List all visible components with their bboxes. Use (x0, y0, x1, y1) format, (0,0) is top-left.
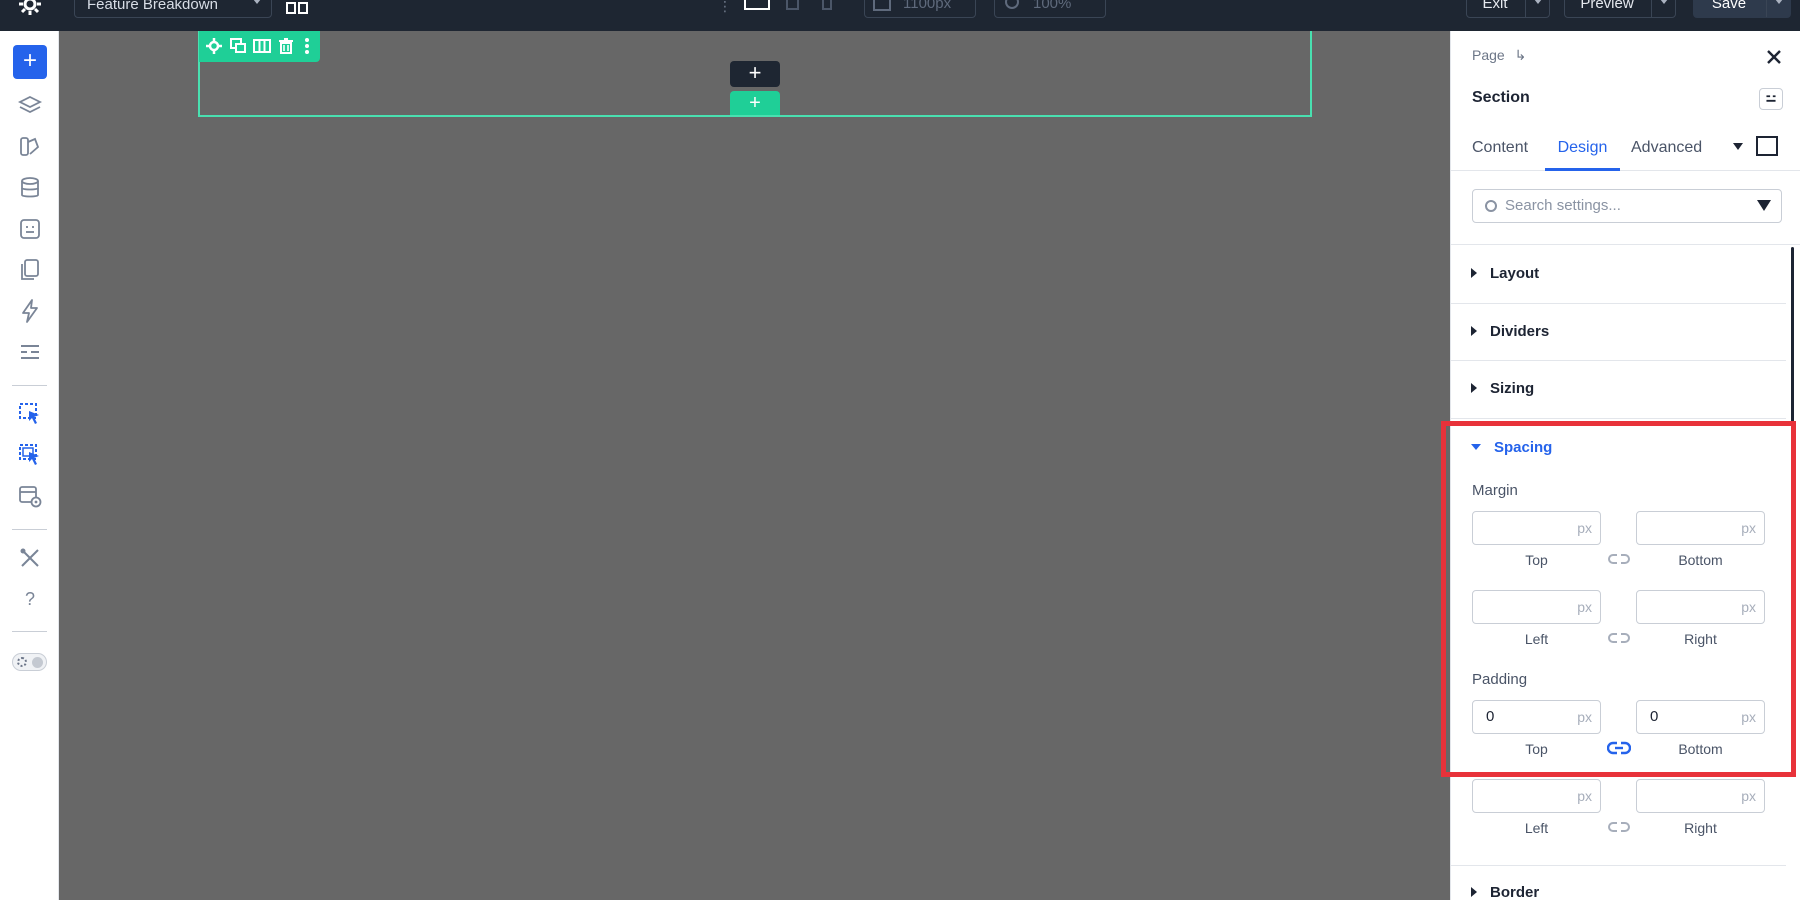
width-icon (873, 0, 891, 11)
caret-right-icon (1471, 383, 1477, 393)
panel-divider (1451, 360, 1786, 361)
spacing-highlight-box (1441, 421, 1796, 777)
zoom-value: 100% (1033, 0, 1072, 12)
unit-label: px (1741, 788, 1756, 804)
section-toolbar (199, 31, 320, 62)
breadcrumb-arrow-icon: ↳ (1514, 47, 1527, 63)
sidebar-divider (12, 529, 47, 530)
settings-search[interactable]: Search settings... (1472, 189, 1782, 223)
tab-content[interactable]: Content (1472, 127, 1528, 171)
tab-design[interactable]: Design (1545, 127, 1620, 171)
builder-canvas[interactable]: + + (59, 31, 1450, 900)
padding-left-input[interactable]: px (1472, 779, 1601, 813)
layers-icon[interactable] (17, 93, 43, 119)
desktop-view-icon[interactable] (744, 0, 770, 10)
select-element-icon[interactable] (17, 401, 43, 427)
preview-dropdown-icon[interactable] (1651, 0, 1675, 17)
view-mode-icon[interactable] (1756, 136, 1778, 156)
settings-gear-icon[interactable] (18, 0, 42, 16)
more-vertical-icon[interactable] (298, 37, 316, 55)
pages-icon[interactable] (17, 257, 43, 283)
unit-label: px (1577, 788, 1592, 804)
exit-dropdown-icon[interactable] (1525, 0, 1549, 17)
template-icon[interactable] (17, 216, 43, 242)
section-settings-icon[interactable] (205, 37, 223, 55)
group-sizing-label: Sizing (1490, 380, 1535, 397)
page-selector-label: Feature Breakdown (87, 0, 218, 13)
canvas-width-field[interactable]: 1100px (864, 0, 976, 18)
caret-right-icon (1471, 887, 1477, 897)
panel-divider (1451, 244, 1800, 245)
toggle-knob (32, 657, 43, 668)
search-icon (1485, 200, 1497, 212)
panel-divider (1451, 865, 1786, 866)
close-icon[interactable] (1764, 47, 1784, 67)
exit-button-label: Exit (1482, 0, 1508, 12)
duplicate-icon[interactable] (229, 37, 247, 55)
theme-toggle[interactable] (12, 653, 47, 671)
padding-right-input[interactable]: px (1636, 779, 1765, 813)
more-vertical-icon[interactable]: ⋮ (718, 0, 732, 14)
caret-right-icon (1471, 268, 1477, 278)
list-layout-icon[interactable] (17, 339, 43, 365)
group-dividers[interactable]: Dividers (1471, 323, 1549, 340)
tablet-view-icon[interactable] (786, 0, 799, 10)
add-element-button[interactable]: + (13, 45, 47, 79)
group-dividers-label: Dividers (1490, 323, 1550, 340)
select-module-icon[interactable] (17, 442, 43, 468)
breadcrumb[interactable]: Page ↳ (1472, 47, 1526, 64)
add-row-button[interactable]: + (730, 61, 780, 87)
gear-icon (17, 657, 27, 667)
panel-divider (1451, 303, 1786, 304)
zoom-icon (1005, 0, 1019, 9)
panel-title: Section (1472, 89, 1530, 106)
settings-search-placeholder: Search settings... (1505, 197, 1621, 214)
save-dropdown-icon[interactable] (1766, 0, 1790, 17)
panel-tabs: Content Design Advanced (1451, 127, 1800, 171)
add-section-button[interactable]: + (730, 91, 780, 115)
exit-button[interactable]: Exit (1466, 0, 1550, 18)
group-border-label: Border (1490, 884, 1540, 900)
left-sidebar: + ? (0, 31, 59, 900)
group-layout-label: Layout (1490, 265, 1540, 282)
breadcrumb-page[interactable]: Page (1472, 47, 1505, 63)
panel-divider (1451, 418, 1786, 419)
top-bar: Feature Breakdown ⋮ 1100px 100% Exit Pre… (0, 0, 1800, 31)
columns-icon[interactable] (253, 37, 271, 55)
page-selector[interactable]: Feature Breakdown (74, 0, 272, 18)
padding-left-label: Left (1524, 820, 1549, 836)
zoom-field[interactable]: 100% (994, 0, 1106, 18)
preview-button[interactable]: Preview (1564, 0, 1676, 18)
group-layout[interactable]: Layout (1471, 265, 1539, 282)
save-button[interactable]: Save (1693, 0, 1791, 18)
canvas-width-value: 1100px (903, 0, 952, 12)
presets-icon[interactable] (1759, 88, 1783, 110)
group-sizing[interactable]: Sizing (1471, 380, 1534, 397)
filter-icon[interactable] (1757, 200, 1771, 211)
tools-icon[interactable] (17, 545, 43, 571)
save-button-label: Save (1711, 0, 1747, 12)
preview-layout-icon[interactable] (17, 483, 43, 509)
caret-right-icon (1471, 326, 1477, 336)
sidebar-divider (12, 631, 47, 632)
group-border[interactable]: Border (1471, 884, 1539, 900)
trash-icon[interactable] (277, 37, 295, 55)
grid-icon[interactable] (286, 2, 308, 14)
link-values-icon[interactable] (1607, 820, 1631, 834)
chevron-down-icon (253, 0, 261, 4)
lightning-icon[interactable] (17, 298, 43, 324)
phone-view-icon[interactable] (822, 0, 832, 10)
chevron-down-icon[interactable] (1733, 143, 1743, 150)
tab-advanced[interactable]: Advanced (1631, 127, 1702, 171)
help-icon[interactable]: ? (20, 589, 40, 611)
sidebar-divider (12, 385, 47, 386)
database-icon[interactable] (17, 175, 43, 201)
padding-right-label: Right (1684, 820, 1717, 836)
style-icon[interactable] (17, 134, 43, 160)
preview-button-label: Preview (1580, 0, 1634, 12)
